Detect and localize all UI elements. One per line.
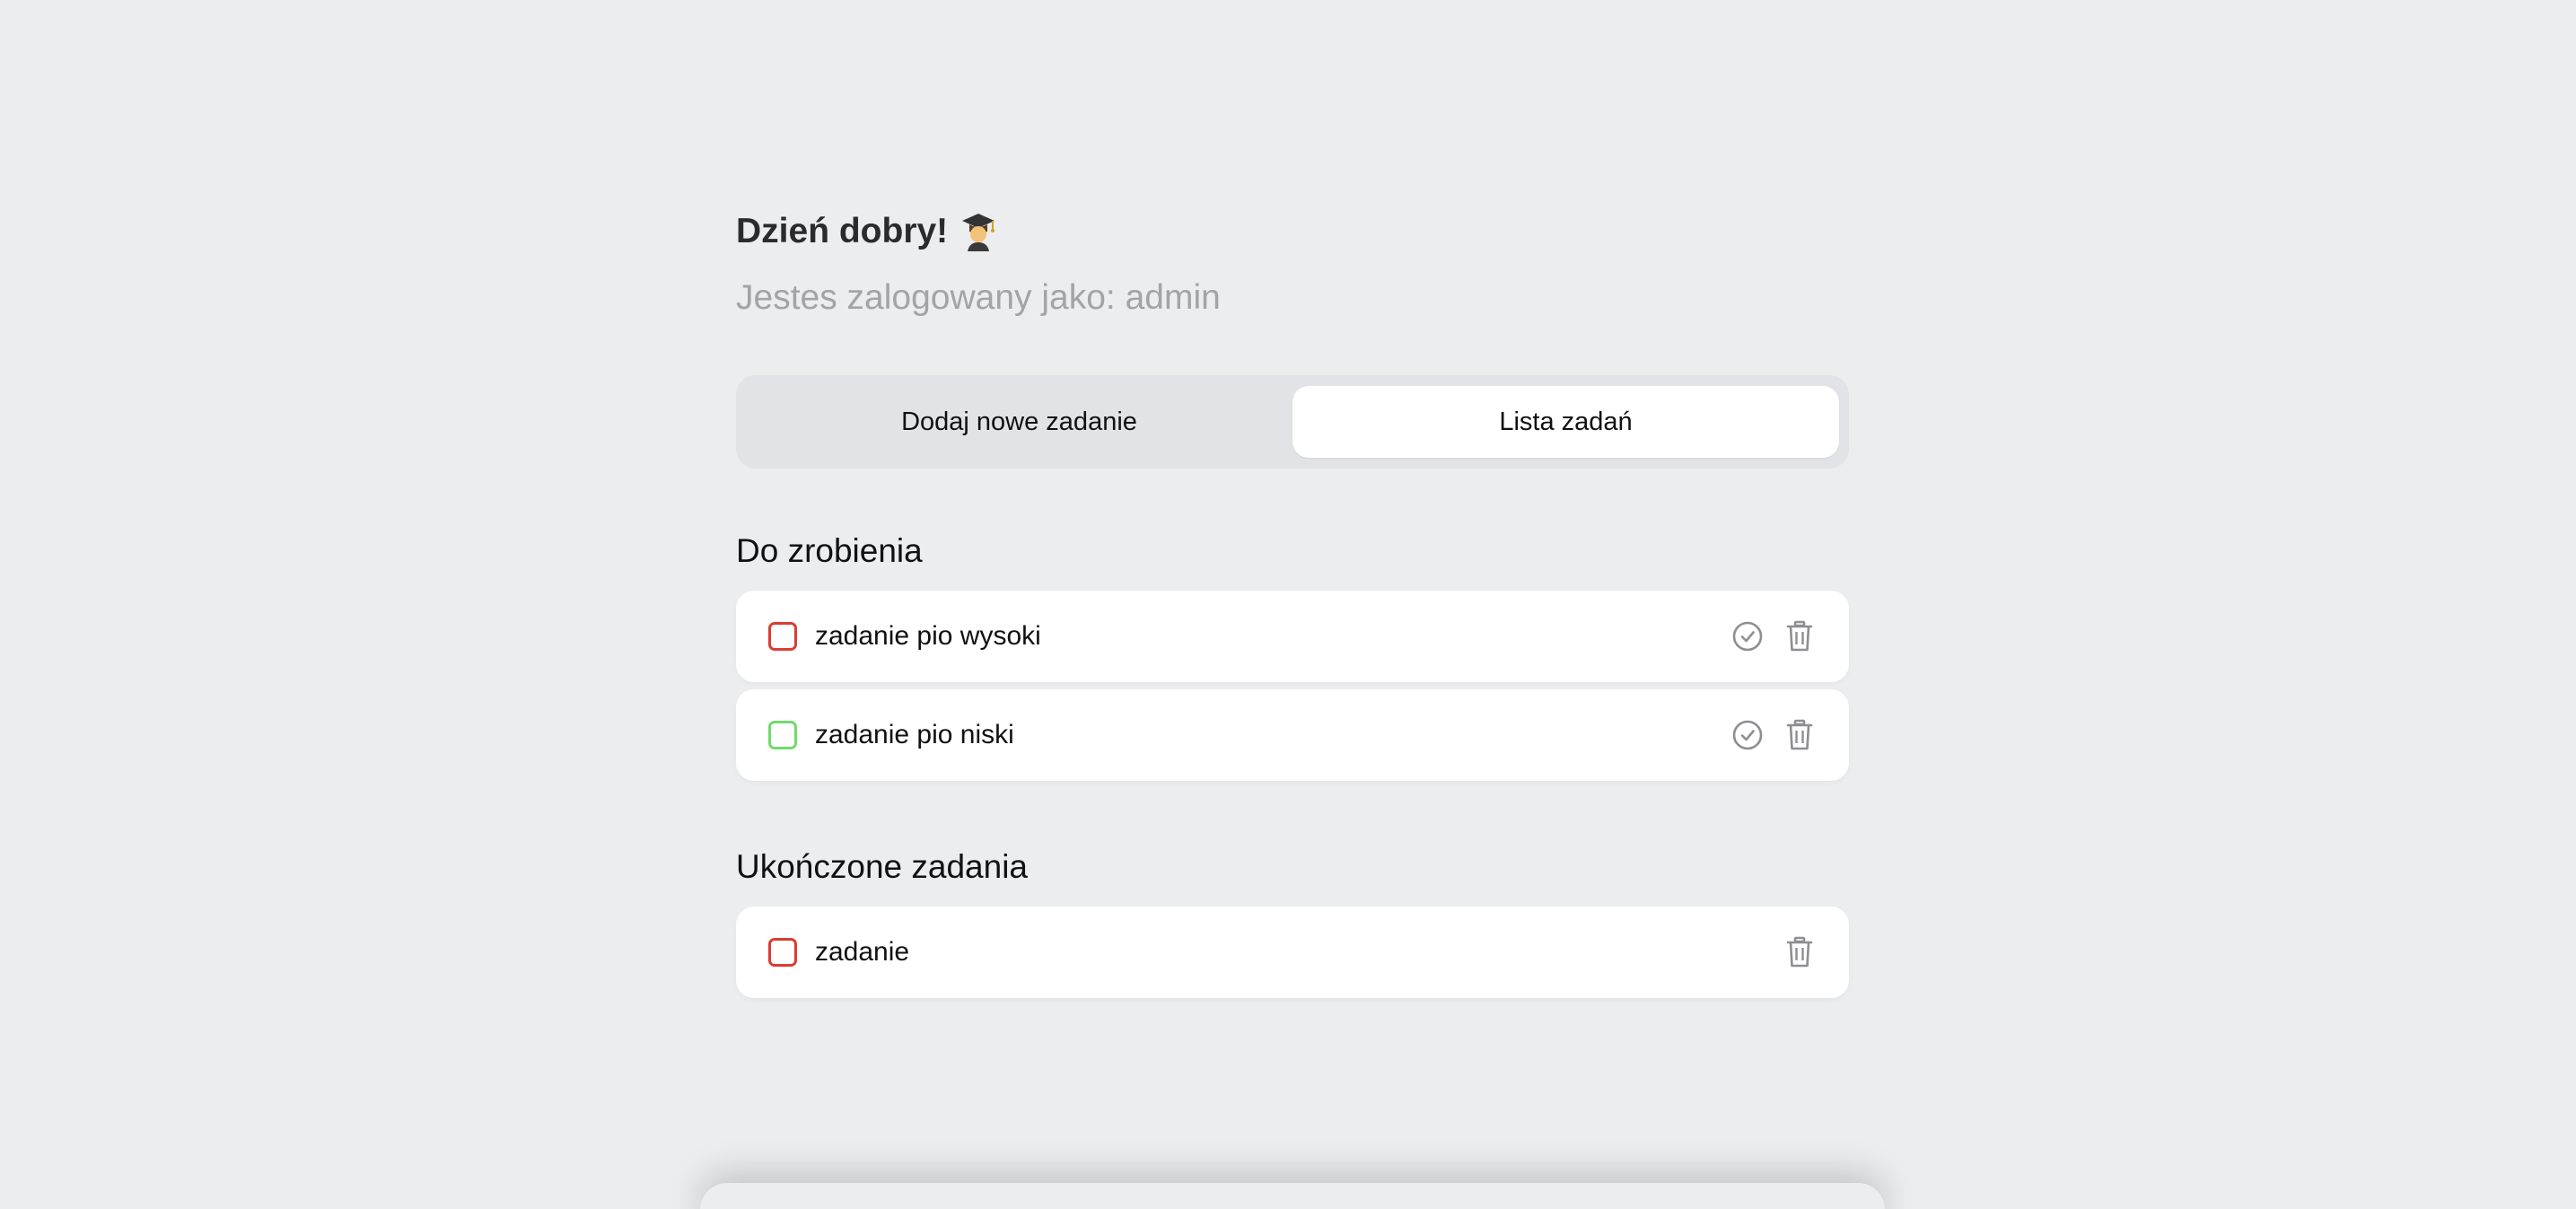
list-item: zadanie pio wysoki [736,591,1849,682]
list-item: zadanie [736,907,1849,998]
priority-low-indicator[interactable] [768,721,797,749]
section-title-completed: Ukończone zadania [736,848,1028,885]
main-container: Dzień dobry! Jestes zalogowany jako: adm… [736,205,1849,1005]
check-circle-icon[interactable] [1730,619,1765,653]
task-label: zadanie [815,937,910,967]
logged-in-as-text: Jestes zalogowany jako: admin [736,278,1221,317]
tab-bar: Dodaj nowe zadanie Lista zadań [736,375,1849,469]
greeting-heading: Dzień dobry! [736,205,1849,258]
bottom-panel-edge [700,1183,1885,1209]
task-actions [1730,619,1817,653]
trash-icon[interactable] [1783,718,1817,752]
trash-icon[interactable] [1783,619,1817,653]
completed-list: zadanie [736,907,1849,998]
todo-list: zadanie pio wysoki zadanie pio niski [736,591,1849,781]
priority-high-indicator[interactable] [768,622,797,651]
tab-add-task[interactable]: Dodaj nowe zadanie [746,386,1292,458]
priority-high-indicator[interactable] [768,938,797,967]
task-actions [1730,718,1817,752]
tab-task-list[interactable]: Lista zadań [1292,386,1839,458]
page: Dzień dobry! Jestes zalogowany jako: adm… [0,0,2576,1209]
trash-icon[interactable] [1783,935,1817,969]
greeting-text: Dzień dobry! [736,212,949,250]
task-label: zadanie pio wysoki [815,621,1041,651]
task-actions [1783,935,1817,969]
student-emoji-icon [960,212,996,251]
task-label: zadanie pio niski [815,720,1014,749]
list-item: zadanie pio niski [736,689,1849,781]
section-title-todo: Do zrobienia [736,532,923,569]
check-circle-icon[interactable] [1730,718,1765,752]
